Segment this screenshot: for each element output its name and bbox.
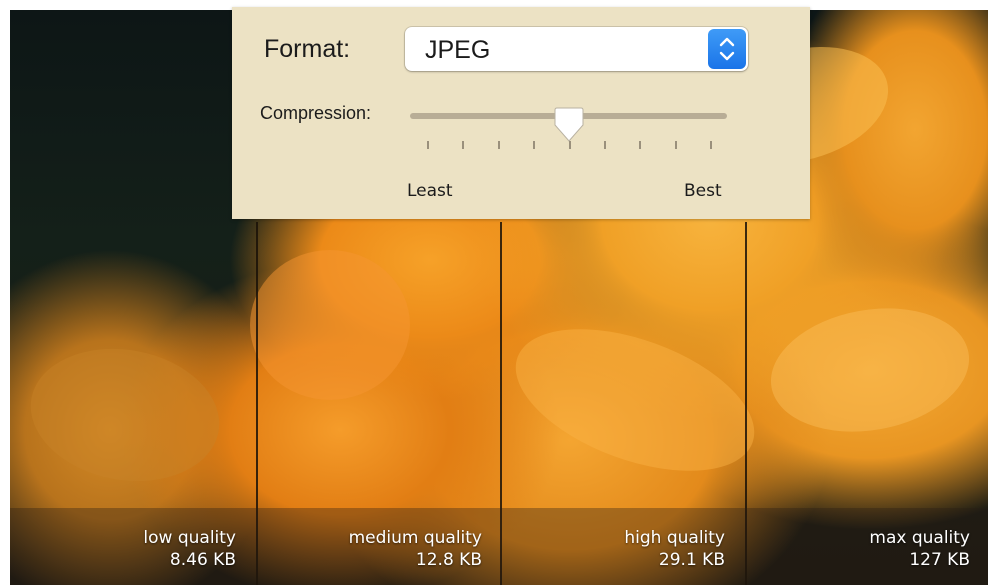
slider-min-label: Least	[407, 181, 453, 201]
panel-caption-max: max quality 127 KB	[869, 527, 970, 571]
slider-tick	[533, 141, 536, 149]
slider-tick	[568, 141, 571, 149]
slider-tick	[710, 141, 712, 149]
petal-highlight	[497, 300, 773, 500]
slider-tick	[497, 141, 500, 149]
panel-caption-high: high quality 29.1 KB	[624, 527, 725, 571]
slider-tick	[603, 141, 606, 149]
file-size: 127 KB	[909, 550, 970, 570]
quality-label: max quality	[869, 528, 970, 548]
format-label: Format:	[264, 35, 351, 63]
export-options-panel: Format: JPEG Compression: Least Best	[232, 7, 810, 219]
format-select[interactable]: JPEG	[405, 27, 748, 71]
quality-label: high quality	[624, 528, 725, 548]
format-value: JPEG	[425, 36, 491, 64]
compression-label: Compression:	[260, 103, 372, 123]
slider-tick	[639, 141, 642, 149]
file-size: 29.1 KB	[658, 550, 725, 570]
file-size: 12.8 KB	[415, 550, 482, 570]
slider-max-label: Best	[684, 181, 722, 201]
quality-label: medium quality	[348, 528, 482, 548]
panel-caption-medium: medium quality 12.8 KB	[349, 527, 482, 571]
slider-tick	[427, 141, 429, 149]
slider-tick	[674, 141, 677, 149]
compression-slider-thumb[interactable]	[550, 107, 588, 143]
quality-label: low quality	[143, 528, 236, 548]
panel-caption-low: low quality 8.46 KB	[143, 527, 236, 571]
petal-highlight	[20, 334, 230, 496]
slider-tick	[462, 141, 465, 149]
chevron-up-down-icon	[719, 37, 735, 61]
file-size: 8.46 KB	[169, 550, 236, 570]
petal-highlight	[250, 250, 410, 400]
format-stepper[interactable]	[708, 29, 746, 69]
petal-highlight	[761, 293, 979, 447]
